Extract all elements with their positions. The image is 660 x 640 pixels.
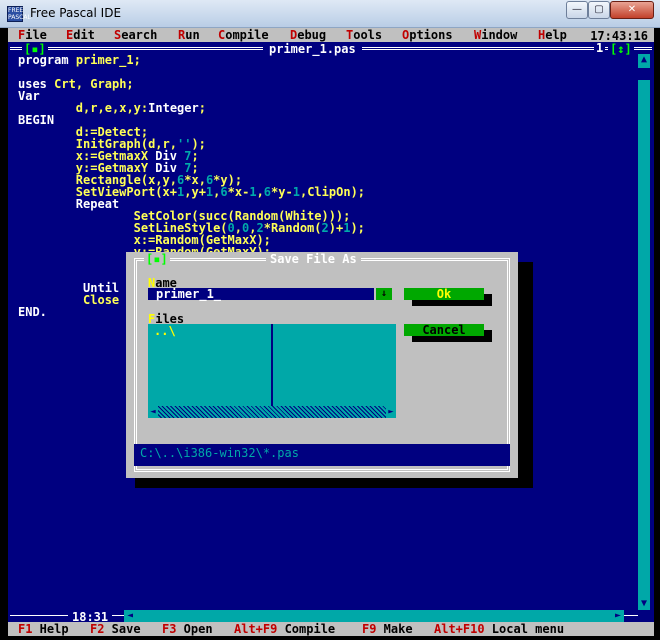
menu-file[interactable]: File: [18, 29, 47, 41]
scroll-right-arrow-icon[interactable]: ►: [386, 406, 396, 418]
menu-run[interactable]: Run: [178, 29, 200, 41]
list-item[interactable]: ..\: [154, 324, 176, 338]
minimize-button[interactable]: —: [566, 1, 588, 19]
menu-window[interactable]: Window: [474, 29, 517, 41]
scroll-down-arrow-icon[interactable]: ▼: [638, 598, 650, 610]
current-path: C:\..\i386-win32\*.pas: [134, 444, 510, 466]
editor-vertical-scrollbar[interactable]: ▲ ▼: [638, 54, 650, 610]
save-file-as-dialog: [▪] Save File As Name primer_1_ ↓ Ok Can…: [126, 252, 518, 478]
editor-horizontal-scrollbar[interactable]: ◄ ►: [124, 610, 624, 622]
menu-options[interactable]: Options: [402, 29, 453, 41]
menu-tools[interactable]: Tools: [346, 29, 382, 41]
scroll-right-arrow-icon[interactable]: ►: [612, 610, 624, 622]
dialog-close-box[interactable]: [▪]: [144, 252, 170, 266]
window-title: Free Pascal IDE: [30, 6, 122, 20]
history-dropdown-button[interactable]: ↓: [376, 288, 392, 300]
code-line: program primer_1;: [18, 53, 141, 67]
status-save[interactable]: F2 Save: [90, 623, 141, 635]
dialog-title: Save File As: [266, 252, 361, 266]
ok-button[interactable]: Ok: [404, 288, 484, 300]
code-line: d,r,e,x,y:Integer;: [75, 101, 206, 115]
menu-search[interactable]: Search: [114, 29, 157, 41]
maximize-button[interactable]: ▢: [588, 1, 610, 19]
menu-debug[interactable]: Debug: [290, 29, 326, 41]
scroll-left-arrow-icon[interactable]: ◄: [124, 610, 136, 622]
files-list-column-divider: [271, 324, 273, 418]
close-window-button[interactable]: ✕: [610, 1, 654, 19]
scroll-up-arrow-icon[interactable]: ▲: [638, 54, 650, 66]
filename-input[interactable]: primer_1_: [148, 288, 374, 300]
window-title-bar[interactable]: FREE PASCAL Free Pascal IDE — ▢ ✕: [0, 0, 660, 28]
editor-zoom-box[interactable]: [↕]: [608, 42, 634, 56]
status-help[interactable]: F1 Help: [18, 623, 69, 635]
free-pascal-app-icon: FREE PASCAL: [7, 6, 31, 22]
scroll-left-arrow-icon[interactable]: ◄: [148, 406, 158, 418]
code-line: uses Crt, Graph;: [18, 77, 134, 91]
status-bar: F1 Help F2 Save F3 Open Alt+F9 Compile F…: [8, 622, 654, 636]
status-compile[interactable]: Alt+F9 Compile: [234, 623, 335, 635]
menu-compile[interactable]: Compile: [218, 29, 269, 41]
files-list[interactable]: ..\ ◄ ►: [148, 324, 396, 418]
cancel-button[interactable]: Cancel: [404, 324, 484, 336]
files-horizontal-scrollbar[interactable]: ◄ ►: [148, 406, 396, 418]
menu-help[interactable]: Help: [538, 29, 567, 41]
status-open[interactable]: F3 Open: [162, 623, 213, 635]
menu-bar: File Edit Search Run Compile Debug Tools…: [8, 28, 654, 43]
scroll-thumb[interactable]: [638, 68, 650, 80]
status-local-menu[interactable]: Alt+F10 Local menu: [434, 623, 564, 635]
status-make[interactable]: F9 Make: [362, 623, 413, 635]
menu-edit[interactable]: Edit: [66, 29, 95, 41]
editor-window-number: 1: [594, 41, 606, 55]
